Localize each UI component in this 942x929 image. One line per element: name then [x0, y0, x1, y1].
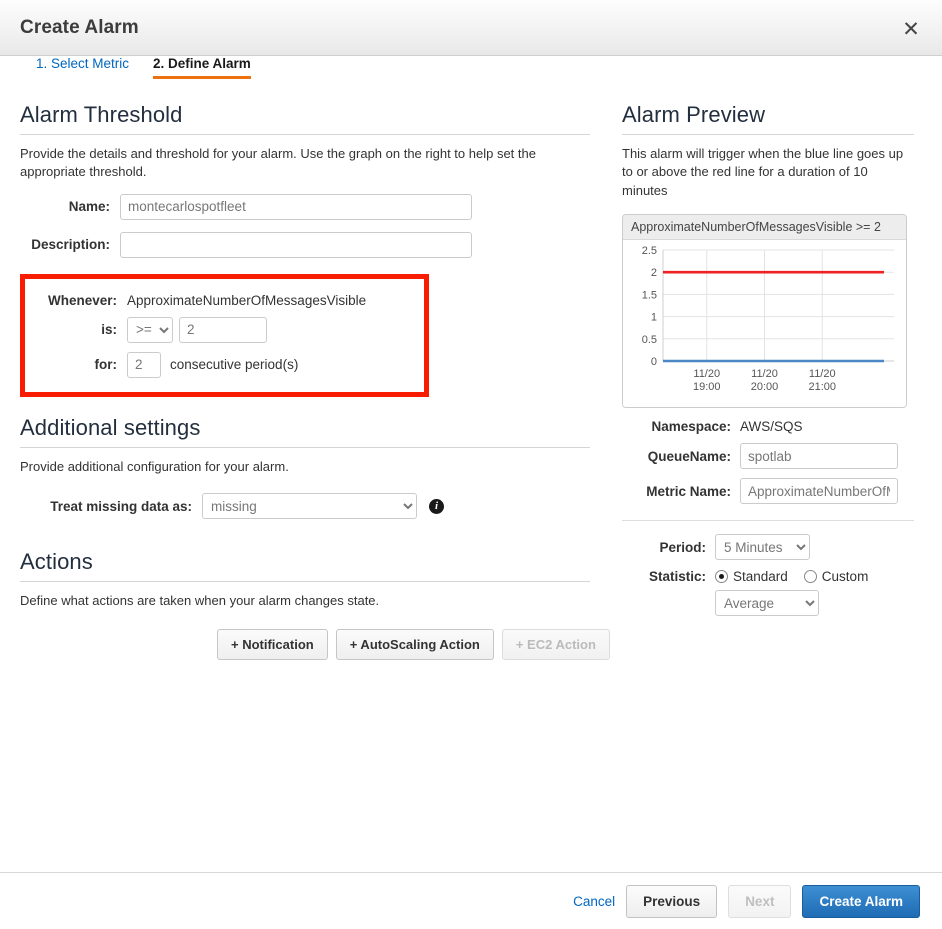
- name-label: Name:: [68, 199, 110, 215]
- create-alarm-button[interactable]: Create Alarm: [802, 884, 920, 918]
- condition-highlight-box: Whenever: ApproximateNumberOfMessagesVis…: [20, 273, 429, 397]
- svg-text:2.5: 2.5: [642, 245, 657, 257]
- actions-description: Define what actions are taken when your …: [20, 593, 380, 609]
- alarm-preview-divider: [622, 134, 914, 135]
- action-buttons: + Notification + AutoScaling Action + EC…: [20, 628, 610, 660]
- statistic-custom-radio[interactable]: Custom: [803, 569, 869, 585]
- right-panel: Alarm Preview This alarm will trigger wh…: [614, 92, 942, 872]
- alarm-threshold-divider: [20, 134, 590, 135]
- additional-settings-heading: Additional settings: [20, 414, 201, 440]
- is-label: is:: [101, 322, 117, 338]
- namespace-value: AWS/SQS: [740, 419, 803, 435]
- metricname-label: Metric Name:: [646, 483, 731, 499]
- for-row: for: consecutive period(s): [27, 351, 414, 378]
- dialog-body: Alarm Threshold Provide the details and …: [0, 92, 942, 872]
- additional-settings-divider: [20, 446, 590, 448]
- whenever-row: Whenever: ApproximateNumberOfMessagesVis…: [27, 293, 414, 308]
- statistic-standard-label: Standard: [733, 569, 788, 585]
- close-icon[interactable]: ✕: [896, 14, 926, 44]
- period-label: Period:: [659, 539, 706, 555]
- missing-data-row: Treat missing data as: missing i: [20, 493, 590, 520]
- svg-text:0.5: 0.5: [642, 334, 657, 346]
- consecutive-periods-suffix: consecutive period(s): [170, 357, 299, 373]
- missing-data-label: Treat missing data as:: [50, 498, 192, 514]
- radio-standard-icon: [715, 570, 728, 584]
- add-notification-button[interactable]: + Notification: [217, 628, 328, 660]
- left-panel: Alarm Threshold Provide the details and …: [0, 92, 614, 872]
- tab-define-alarm[interactable]: 2. Define Alarm: [153, 56, 251, 79]
- alarm-threshold-heading: Alarm Threshold: [20, 102, 183, 127]
- queuename-row: QueueName:: [622, 443, 920, 470]
- consecutive-periods-input[interactable]: [127, 351, 161, 378]
- dialog-title: Create Alarm: [20, 17, 139, 38]
- dialog-footer: Cancel Previous Next Create Alarm: [0, 872, 942, 929]
- preview-settings-divider: [622, 520, 914, 522]
- queuename-input[interactable]: [740, 443, 898, 470]
- description-label: Description:: [31, 237, 110, 253]
- statistic-standard-radio[interactable]: Standard: [715, 569, 788, 584]
- whenever-metric-value: ApproximateNumberOfMessagesVisible: [127, 292, 367, 308]
- tab-select-metric[interactable]: 1. Select Metric: [36, 56, 129, 76]
- for-label: for:: [94, 357, 118, 373]
- threshold-value-input[interactable]: [179, 316, 267, 343]
- radio-custom-icon: [803, 570, 817, 584]
- statistic-select[interactable]: Average: [715, 590, 819, 617]
- statistic-row: Statistic: Standard Custom: [622, 569, 920, 584]
- comparison-operator-select[interactable]: >=: [127, 316, 173, 343]
- svg-text:0: 0: [651, 356, 657, 368]
- alarm-threshold-description: Provide the details and threshold for yo…: [20, 146, 536, 180]
- period-select[interactable]: 5 Minutes: [715, 534, 810, 561]
- add-ec2-action-button: + EC2 Action: [501, 628, 610, 660]
- is-row: is: >=: [27, 316, 414, 343]
- svg-text:11/20: 11/20: [751, 368, 778, 380]
- statistic-custom-label: Custom: [821, 569, 869, 585]
- chart-plot-area: 0 0.5 1 1.5 2 2.5 11/20 19:00 11/20 20:00 11/20 21:…: [623, 240, 906, 408]
- dialog-titlebar: Create Alarm ✕: [0, 0, 942, 56]
- svg-text:2: 2: [651, 268, 657, 280]
- actions-divider: [20, 581, 590, 583]
- chart-svg: 00.511.522.511/2019:0011/2020:0011/2021:…: [642, 245, 894, 393]
- queuename-label: QueueName:: [647, 448, 731, 464]
- alarm-preview-description: This alarm will trigger when the blue li…: [622, 146, 904, 198]
- metricname-input[interactable]: [740, 478, 898, 505]
- period-row: Period: 5 Minutes: [622, 534, 920, 561]
- svg-text:19:00: 19:00: [693, 381, 721, 393]
- alarm-preview-heading: Alarm Preview: [622, 102, 766, 127]
- cancel-link[interactable]: Cancel: [573, 894, 615, 909]
- additional-settings-description: Provide additional configuration for you…: [20, 458, 289, 474]
- metricname-row: Metric Name:: [622, 478, 920, 505]
- svg-text:1.5: 1.5: [642, 290, 657, 302]
- missing-data-select[interactable]: missing: [202, 493, 417, 520]
- alarm-description-input[interactable]: [120, 231, 472, 258]
- add-autoscaling-action-button[interactable]: + AutoScaling Action: [335, 628, 494, 660]
- next-button: Next: [728, 884, 792, 918]
- actions-heading: Actions: [20, 549, 93, 575]
- name-row: Name:: [20, 193, 590, 220]
- namespace-row: Namespace: AWS/SQS: [622, 419, 920, 434]
- previous-button[interactable]: Previous: [626, 884, 718, 918]
- namespace-label: Namespace:: [651, 419, 731, 435]
- info-icon[interactable]: i: [429, 498, 444, 514]
- svg-text:21:00: 21:00: [808, 381, 836, 393]
- wizard-tabs: 1. Select Metric 2. Define Alarm: [0, 56, 942, 92]
- create-alarm-dialog: Create Alarm ✕ 1. Select Metric 2. Defin…: [0, 0, 942, 929]
- statistic-value-row: Average: [622, 590, 920, 617]
- alarm-name-input[interactable]: [120, 193, 472, 220]
- svg-text:20:00: 20:00: [751, 381, 779, 393]
- svg-text:11/20: 11/20: [693, 368, 720, 380]
- alarm-preview-chart: ApproximateNumberOfMessagesVisible >= 2 …: [622, 214, 907, 409]
- svg-text:1: 1: [651, 312, 657, 324]
- description-row: Description:: [20, 231, 590, 258]
- whenever-label: Whenever:: [47, 292, 117, 308]
- statistic-label: Statistic:: [648, 569, 706, 585]
- chart-title: ApproximateNumberOfMessagesVisible >= 2: [623, 215, 906, 241]
- svg-text:11/20: 11/20: [809, 368, 836, 380]
